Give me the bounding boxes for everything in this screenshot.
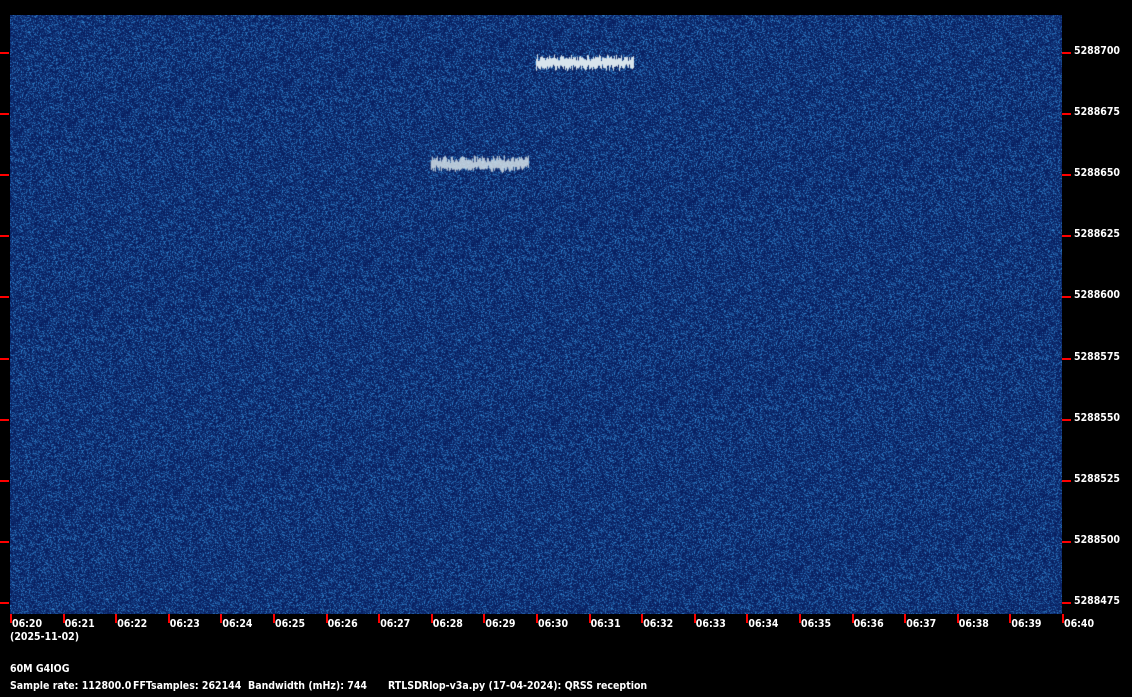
y-tick-label: 5288500 [1074, 533, 1121, 546]
x-tick-label: 06:35 [801, 618, 832, 630]
y-tick-left [0, 479, 9, 482]
x-tick-label: 06:21 [64, 618, 95, 630]
x-tick-label: 06:36 [853, 618, 884, 630]
y-tick-right [1062, 357, 1071, 360]
x-tick-label: 06:30 [538, 618, 569, 630]
y-tick-label: 5288575 [1074, 350, 1121, 363]
x-tick-label: 06:20 [12, 618, 43, 630]
fft-samples: FFTsamples: 262144 [133, 680, 242, 692]
x-tick-label: 06:27 [380, 618, 411, 630]
y-tick-label: 5288600 [1074, 289, 1121, 302]
x-tick-label: 06:40 [1064, 618, 1095, 630]
y-tick-right [1062, 51, 1071, 54]
y-tick-left [0, 113, 9, 116]
x-tick-label: 06:37 [906, 618, 937, 630]
y-tick-label: 5288650 [1074, 167, 1121, 180]
x-tick-label: 06:22 [117, 618, 148, 630]
y-tick-left [0, 174, 9, 177]
y-tick-left [0, 51, 9, 54]
x-tick-label: 06:25 [275, 618, 306, 630]
y-tick-label: 5288525 [1074, 472, 1121, 485]
date-label: (2025-11-02) [10, 631, 80, 643]
x-tick-label: 06:29 [485, 618, 516, 630]
program-info: RTLSDRlop-v3a.py (17-04-2024): QRSS rece… [388, 680, 648, 692]
x-tick-label: 06:24 [222, 618, 253, 630]
y-tick-label: 5288550 [1074, 411, 1121, 424]
x-tick-label: 06:26 [327, 618, 358, 630]
x-tick-label: 06:38 [958, 618, 989, 630]
y-tick-left [0, 296, 9, 299]
y-tick-label: 5288475 [1074, 594, 1121, 607]
y-tick-label: 5288625 [1074, 228, 1121, 241]
bandwidth: Bandwidth (mHz): 744 [248, 680, 367, 692]
y-tick-left [0, 357, 9, 360]
y-tick-left [0, 601, 9, 604]
y-tick-left [0, 418, 9, 421]
x-tick-label: 06:28 [432, 618, 463, 630]
y-tick-label: 5288700 [1074, 44, 1121, 57]
y-tick-right [1062, 418, 1071, 421]
station-label: 60M G4IOG [10, 663, 70, 675]
y-tick-right [1062, 601, 1071, 604]
y-tick-right [1062, 235, 1071, 238]
x-tick-label: 06:33 [695, 618, 726, 630]
x-tick-label: 06:39 [1011, 618, 1042, 630]
x-tick-label: 06:34 [748, 618, 779, 630]
y-tick-right [1062, 479, 1071, 482]
spectrogram-waterfall [10, 15, 1062, 614]
y-tick-left [0, 540, 9, 543]
x-tick-label: 06:32 [643, 618, 674, 630]
y-tick-right [1062, 540, 1071, 543]
x-tick-label: 06:31 [590, 618, 621, 630]
y-tick-right [1062, 113, 1071, 116]
x-tick-label: 06:23 [169, 618, 200, 630]
y-tick-right [1062, 296, 1071, 299]
y-tick-left [0, 235, 9, 238]
y-tick-right [1062, 174, 1071, 177]
y-tick-label: 5288675 [1074, 106, 1121, 119]
sample-rate: Sample rate: 112800.0 [10, 680, 132, 692]
